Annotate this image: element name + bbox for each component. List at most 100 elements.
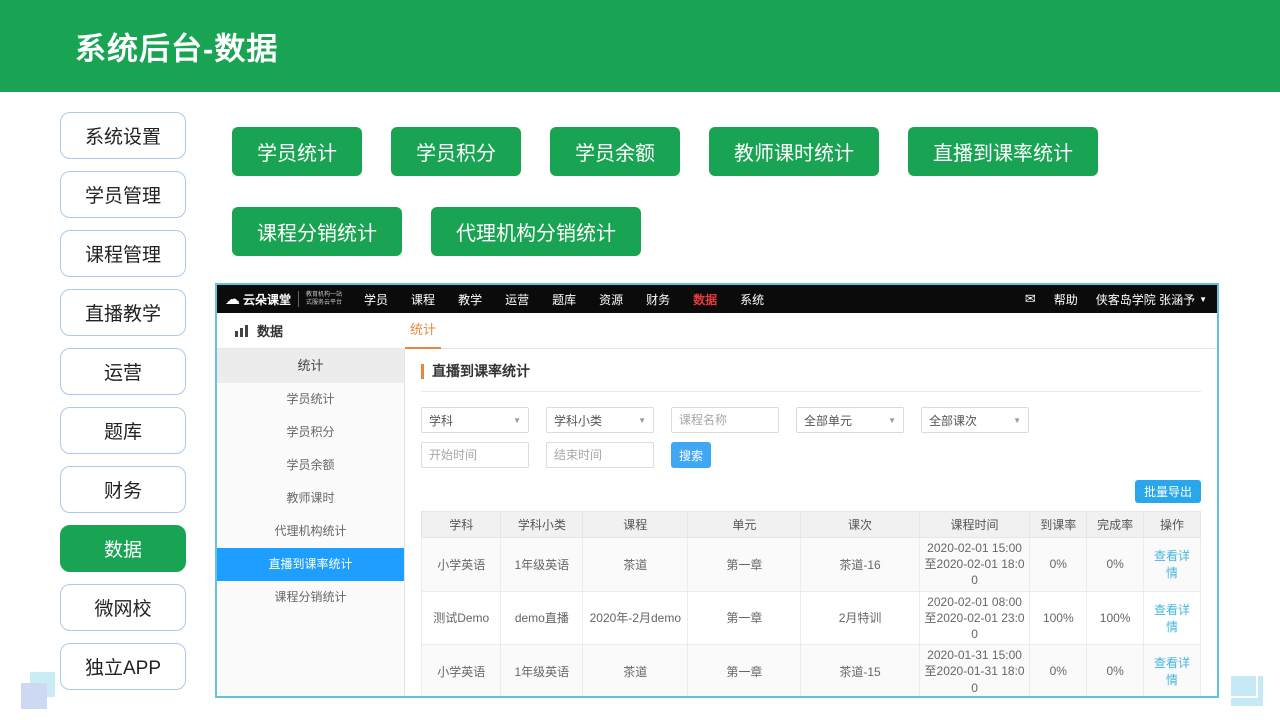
quick-buttons: 学员统计 学员积分 学员余额 教师课时统计 直播到课率统计 课程分销统计 代理机… — [232, 127, 1098, 256]
batch-export-button[interactable]: 批量导出 — [1135, 480, 1201, 503]
quick-buttons-row-2: 课程分销统计 代理机构分销统计 — [232, 207, 1098, 256]
table-row: 小学英语 1年级英语 茶道 第一章 茶道-16 2020-02-01 15:00… — [422, 538, 1201, 592]
col-subcategory: 学科小类 — [501, 512, 583, 538]
top-banner: 系统后台-数据 — [0, 0, 1280, 92]
sidebar-item-data[interactable]: 数据 — [60, 525, 186, 572]
content-title: 直播到课率统计 — [432, 361, 530, 381]
col-course-time: 课程时间 — [919, 512, 1030, 538]
col-lesson: 课次 — [801, 512, 919, 538]
lesson-select[interactable]: 全部课次 ▼ — [921, 407, 1029, 433]
col-subject: 学科 — [422, 512, 501, 538]
decor-square-bottom-right-outline — [1222, 668, 1258, 698]
content-title-row: 直播到课率统计 — [421, 361, 1201, 392]
submenu-item-student-stats[interactable]: 学员统计 — [217, 383, 404, 416]
agency-distribution-stats-button[interactable]: 代理机构分销统计 — [431, 207, 641, 256]
breadcrumb-section: 数据 — [257, 321, 283, 340]
table-row: 测试Demo demo直播 2020年-2月demo 第一章 2月特训 2020… — [422, 591, 1201, 645]
subject-select[interactable]: 学科 ▼ — [421, 407, 529, 433]
nav-item-resources[interactable]: 资源 — [599, 291, 623, 308]
view-details-link[interactable]: 查看详情 — [1154, 603, 1190, 634]
unit-select[interactable]: 全部单元 ▼ — [796, 407, 904, 433]
sidebar: 系统设置 学员管理 课程管理 直播教学 运营 题库 财务 数据 微网校 独立AP… — [60, 112, 186, 702]
col-actions: 操作 — [1144, 512, 1201, 538]
view-details-link[interactable]: 查看详情 — [1154, 656, 1190, 687]
main-content: 直播到课率统计 学科 ▼ 学科小类 ▼ 全部 — [405, 349, 1217, 696]
sidebar-item-live-teaching[interactable]: 直播教学 — [60, 289, 186, 336]
nav-item-data[interactable]: 数据 — [693, 291, 717, 308]
sidebar-item-micro-school[interactable]: 微网校 — [60, 584, 186, 631]
chevron-down-icon: ▼ — [1199, 295, 1207, 304]
submenu-item-teacher-hours[interactable]: 教师课时 — [217, 482, 404, 515]
col-course: 课程 — [583, 512, 688, 538]
account-name: 侠客岛学院 张涵予 — [1096, 291, 1195, 308]
admin-nav-right: ✉ 帮助 侠客岛学院 张涵予 ▼ — [1025, 291, 1207, 308]
submenu-header: 统计 — [217, 349, 404, 383]
tab-statistics[interactable]: 统计 — [405, 313, 441, 349]
submenu-item-student-points[interactable]: 学员积分 — [217, 416, 404, 449]
chevron-down-icon: ▼ — [513, 416, 521, 425]
sidebar-item-operations[interactable]: 运营 — [60, 348, 186, 395]
page: 系统后台-数据 系统设置 学员管理 课程管理 直播教学 运营 题库 财务 数据 … — [0, 0, 1280, 720]
help-link[interactable]: 帮助 — [1054, 291, 1078, 308]
nav-item-courses[interactable]: 课程 — [411, 291, 435, 308]
decor-square-bottom-left-front — [21, 683, 47, 709]
start-time-input[interactable] — [421, 442, 529, 468]
filter-row-1: 学科 ▼ 学科小类 ▼ 全部单元 ▼ 全部课次 — [421, 407, 1201, 433]
end-time-input[interactable] — [546, 442, 654, 468]
sidebar-item-course-management[interactable]: 课程管理 — [60, 230, 186, 277]
teacher-hours-stats-button[interactable]: 教师课时统计 — [709, 127, 879, 176]
filter-panel: 学科 ▼ 学科小类 ▼ 全部单元 ▼ 全部课次 — [421, 407, 1201, 468]
admin-screenshot: ☁ 云朵课堂 教育机构一站 式服务云平台 学员 课程 教学 运营 题库 资源 财… — [215, 283, 1219, 698]
page-title: 系统后台-数据 — [75, 24, 278, 69]
sidebar-item-standalone-app[interactable]: 独立APP — [60, 643, 186, 690]
admin-top-nav: ☁ 云朵课堂 教育机构一站 式服务云平台 学员 课程 教学 运营 题库 资源 财… — [217, 285, 1217, 313]
course-distribution-stats-button[interactable]: 课程分销统计 — [232, 207, 402, 256]
col-attendance-rate: 到课率 — [1030, 512, 1087, 538]
course-name-input[interactable] — [671, 407, 779, 433]
export-row: 批量导出 — [421, 480, 1201, 503]
nav-item-finance[interactable]: 财务 — [646, 291, 670, 308]
nav-item-system[interactable]: 系统 — [740, 291, 764, 308]
search-button[interactable]: 搜索 — [671, 442, 711, 468]
view-details-link[interactable]: 查看详情 — [1154, 549, 1190, 580]
nav-item-question-bank[interactable]: 题库 — [552, 291, 576, 308]
sidebar-item-finance[interactable]: 财务 — [60, 466, 186, 513]
submenu-item-live-attendance[interactable]: 直播到课率统计 — [217, 548, 404, 581]
cloud-logo-icon: ☁ — [225, 292, 240, 307]
attendance-table: 学科 学科小类 课程 单元 课次 课程时间 到课率 完成率 操作 — [421, 511, 1201, 696]
student-points-button[interactable]: 学员积分 — [391, 127, 521, 176]
chevron-down-icon: ▼ — [1013, 416, 1021, 425]
subject-subcategory-select[interactable]: 学科小类 ▼ — [546, 407, 654, 433]
brand-logo: ☁ 云朵课堂 教育机构一站 式服务云平台 — [225, 291, 342, 308]
brand-name: 云朵课堂 — [243, 291, 291, 308]
admin-nav-items: 学员 课程 教学 运营 题库 资源 财务 数据 系统 — [364, 291, 764, 308]
sidebar-item-student-management[interactable]: 学员管理 — [60, 171, 186, 218]
filter-row-2: 搜索 — [421, 442, 1201, 468]
admin-body: 统计 学员统计 学员积分 学员余额 教师课时 代理机构统计 直播到课率统计 课程… — [217, 349, 1217, 696]
nav-item-students[interactable]: 学员 — [364, 291, 388, 308]
account-menu[interactable]: 侠客岛学院 张涵予 ▼ — [1096, 291, 1207, 308]
stats-submenu: 统计 学员统计 学员积分 学员余额 教师课时 代理机构统计 直播到课率统计 课程… — [217, 349, 405, 696]
table-header-row: 学科 学科小类 课程 单元 课次 课程时间 到课率 完成率 操作 — [422, 512, 1201, 538]
nav-item-operations[interactable]: 运营 — [505, 291, 529, 308]
student-balance-button[interactable]: 学员余额 — [550, 127, 680, 176]
quick-buttons-row-1: 学员统计 学员积分 学员余额 教师课时统计 直播到课率统计 — [232, 127, 1098, 176]
nav-item-teaching[interactable]: 教学 — [458, 291, 482, 308]
student-stats-button[interactable]: 学员统计 — [232, 127, 362, 176]
submenu-item-agency-stats[interactable]: 代理机构统计 — [217, 515, 404, 548]
bar-chart-icon — [235, 324, 250, 337]
live-attendance-stats-button[interactable]: 直播到课率统计 — [908, 127, 1098, 176]
title-accent-bar — [421, 364, 424, 379]
chevron-down-icon: ▼ — [638, 416, 646, 425]
submenu-item-course-distribution[interactable]: 课程分销统计 — [217, 581, 404, 614]
breadcrumb-bar: 数据 统计 — [217, 313, 1217, 349]
col-completion-rate: 完成率 — [1087, 512, 1144, 538]
mail-icon[interactable]: ✉ — [1025, 291, 1036, 307]
sidebar-item-question-bank[interactable]: 题库 — [60, 407, 186, 454]
table-row: 小学英语 1年级英语 茶道 第一章 茶道-15 2020-01-31 15:00… — [422, 645, 1201, 696]
brand-tagline: 教育机构一站 式服务云平台 — [298, 291, 342, 307]
submenu-item-student-balance[interactable]: 学员余额 — [217, 449, 404, 482]
chevron-down-icon: ▼ — [888, 416, 896, 425]
col-unit: 单元 — [688, 512, 801, 538]
sidebar-item-system-settings[interactable]: 系统设置 — [60, 112, 186, 159]
